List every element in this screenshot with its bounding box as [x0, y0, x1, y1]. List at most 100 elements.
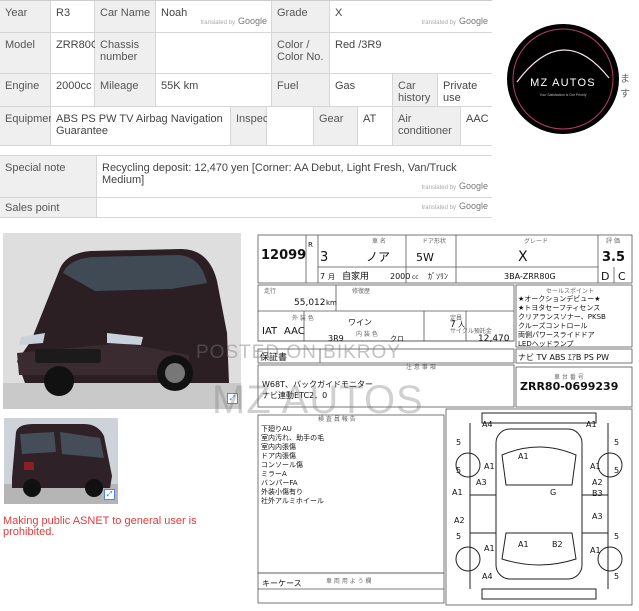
inspector-line-8: 外装小傷有り: [261, 487, 303, 496]
zoom-icon[interactable]: ⤢: [227, 393, 238, 404]
special-note-value: Recycling deposit: 12,470 yen [Corner: A…: [97, 156, 492, 197]
damage-a1-left-front: A1: [484, 462, 495, 471]
sheet-era: R: [308, 241, 313, 249]
damage-a2-left: A2: [454, 516, 465, 525]
inspector-line-1: 下廻りAU: [261, 425, 292, 433]
main-car-photo[interactable]: ⤢: [3, 233, 241, 409]
fuel-label: Fuel: [272, 74, 330, 106]
damage-5b: 5: [614, 438, 619, 447]
damage-g-right: G: [550, 488, 556, 497]
sheet-ac: AAC: [284, 326, 305, 337]
damage-a1-bottom-right: A1: [590, 546, 601, 555]
sheet-interior: D: [601, 270, 609, 283]
sheet-equip-line: ナビ TV ABS ｴｱB PS PW: [518, 353, 609, 362]
vehicle-spec-table: Year R3 Car Name Noah translated by Googl…: [0, 0, 492, 218]
inspector-line-2: 室内汚れ、助手の毛: [261, 433, 324, 442]
sheet-mileage: 55,012: [294, 298, 326, 308]
mileage-label: Mileage: [95, 74, 156, 106]
damage-5e: 5: [456, 532, 461, 541]
spec-row-1: Year R3 Car Name Noah translated by Googl…: [0, 1, 492, 33]
car-name-label: Car Name: [95, 1, 156, 32]
rear-car-photo[interactable]: ⤢: [4, 418, 118, 504]
sheet-year: 3: [320, 250, 328, 265]
engine-label: Engine: [0, 74, 51, 106]
damage-a1-top-right: A1: [586, 420, 597, 429]
svg-text:注 意 事 項: 注 意 事 項: [406, 363, 436, 371]
spec-row-special: Special note Recycling deposit: 12,470 y…: [0, 156, 492, 198]
sheet-model: 3BA-ZRR80G: [504, 272, 556, 281]
google-translate-badge: translated by Google: [421, 16, 488, 26]
damage-a4-bottom: A4: [482, 572, 493, 581]
svg-text:セールスポイント: セールスポイント: [546, 287, 594, 295]
equipment-label: Equipment: [0, 107, 58, 145]
damage-a1-hood: A1: [518, 452, 529, 461]
inspector-line-9: 社外アルミホイール: [261, 496, 324, 505]
ac-value: AAC: [461, 107, 492, 145]
spec-spacer: [0, 146, 492, 156]
sales-point-3: クリアランスソナー、PKSB: [518, 313, 606, 321]
sheet-recycle: 12,470: [478, 334, 510, 344]
damage-a1-bottom: A1: [484, 544, 495, 553]
logo-tagline: Your Satisfaction is Our Priority: [540, 93, 587, 97]
sheet-int-color: クロ: [390, 335, 404, 343]
history-label: Car history: [393, 74, 438, 106]
inspector-line-4: ドア内張傷: [261, 451, 296, 460]
svg-text:修復歴: 修復歴: [352, 287, 370, 295]
damage-b3-right: B3: [592, 489, 603, 498]
damage-a2-right: A2: [592, 478, 603, 487]
grade-label: Grade: [272, 1, 330, 32]
spec-row-4: Equipment ABS PS PW TV Airbag Navigation…: [0, 107, 492, 146]
model-label: Model: [0, 33, 51, 73]
svg-text:内 装 色: 内 装 色: [356, 330, 378, 338]
sheet-color-code: 3R9: [328, 334, 344, 343]
sheet-score: 3.5: [602, 250, 625, 265]
svg-text:グレード: グレード: [524, 237, 548, 245]
inspection-label: Inspection: [231, 107, 286, 145]
asnet-warning: Making public ASNET to general user is p…: [3, 515, 197, 538]
sheet-keys: キーケース: [262, 579, 302, 588]
damage-5f: 5: [614, 532, 619, 541]
gear-label: Gear: [314, 107, 358, 145]
ac-label: Air conditioner: [393, 107, 461, 145]
damage-5c: 5: [456, 466, 461, 475]
auction-sheet-grid: 車 名 ドア形状 グレード 評 価 走行 修復歴 セールスポイント外 装 色 内 装 …: [257, 234, 633, 606]
sheet-seats-unit: 人: [458, 321, 465, 329]
special-note-label: Special note: [0, 156, 97, 197]
damage-b2-rear: B2: [552, 540, 563, 549]
mz-autos-logo: MZ AUTOS Your Satisfaction is Our Priori…: [507, 24, 619, 134]
svg-text:車 名: 車 名: [372, 237, 386, 245]
sheet-exterior: C: [618, 270, 626, 283]
sales-point-2: ★トヨタセーフティセンス: [518, 303, 600, 312]
sales-point-6: LEDヘッドランプ: [518, 340, 574, 348]
svg-text:評 価: 評 価: [606, 237, 620, 245]
sheet-name: ノア: [366, 250, 390, 264]
svg-text:車 両 用 よ う 欄: 車 両 用 よ う 欄: [326, 577, 372, 585]
damage-5a: 5: [456, 438, 461, 447]
spec-row-2: Model ZRR80G Chassis number Color / Colo…: [0, 33, 492, 74]
spec-row-3: Engine 2000cc Mileage 55K km Fuel Gas Ca…: [0, 74, 492, 107]
zoom-icon[interactable]: ⤢: [104, 489, 115, 500]
mileage-value: 55K km: [156, 74, 272, 106]
damage-a3-right: A3: [592, 512, 603, 521]
year-label: Year: [0, 1, 51, 32]
damage-5g: 5: [614, 572, 619, 581]
gear-value: AT: [358, 107, 393, 145]
chassis-label: Chassis number: [95, 33, 156, 73]
sales-point-4: クルーズコントロール: [518, 321, 587, 330]
sheet-seats: 7: [450, 320, 456, 330]
svg-text:検 査 員 報 告: 検 査 員 報 告: [318, 415, 356, 423]
model-value: ZRR80G: [51, 33, 99, 73]
sheet-grade: X: [518, 249, 528, 265]
sheet-shift: IAT: [262, 326, 278, 337]
car-name-value: Noah translated by Google: [156, 1, 272, 32]
sheet-color-name: ワイン: [348, 318, 372, 327]
sheet-km: km: [326, 299, 337, 307]
auction-sheet: 車 名 ドア形状 グレード 評 価 走行 修復歴 セールスポイント外 装 色 内 装 …: [256, 233, 636, 609]
inspection-value: [267, 107, 314, 145]
sheet-month: 7: [320, 272, 325, 281]
year-value: R3: [51, 1, 95, 32]
car-front-image: [3, 233, 241, 409]
engine-value: 2000cc: [51, 74, 95, 106]
sheet-note-2: ナビ連動ETC2．0: [262, 390, 327, 400]
inspector-line-5: コンソール傷: [261, 460, 303, 469]
